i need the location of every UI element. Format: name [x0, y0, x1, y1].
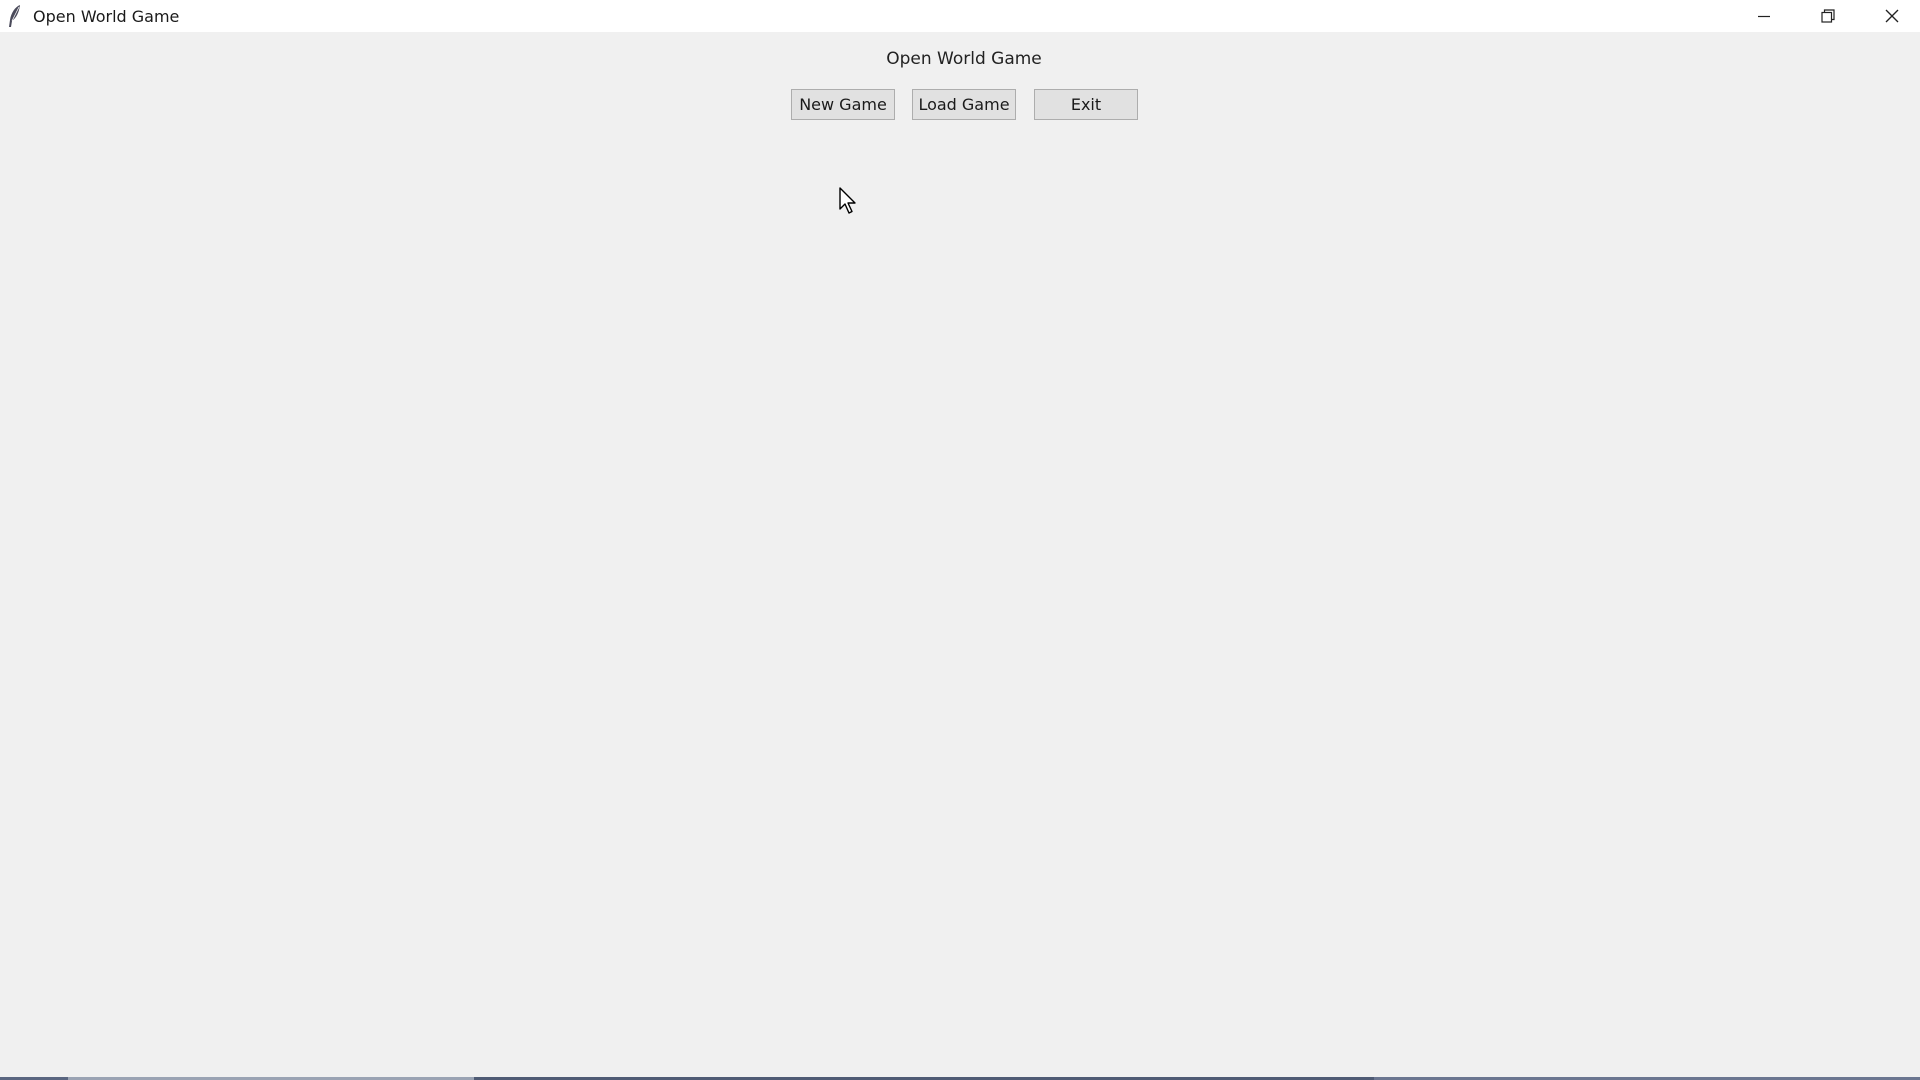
minimize-icon [1758, 15, 1770, 18]
window-title: Open World Game [33, 7, 180, 26]
exit-button[interactable]: Exit [1034, 89, 1138, 120]
close-icon [1885, 9, 1899, 23]
restore-button[interactable] [1797, 0, 1859, 32]
title-bar[interactable]: Open World Game [0, 0, 1920, 32]
load-game-button[interactable]: Load Game [912, 89, 1016, 120]
new-game-button[interactable]: New Game [791, 89, 895, 120]
minimize-button[interactable] [1733, 0, 1795, 32]
restore-icon [1821, 9, 1835, 23]
app-window: Open World Game Open World Game New Game… [0, 0, 1920, 1080]
close-button[interactable] [1861, 0, 1920, 32]
app-heading: Open World Game [886, 49, 1042, 69]
mouse-cursor-icon [839, 187, 856, 214]
feather-icon [9, 5, 20, 27]
